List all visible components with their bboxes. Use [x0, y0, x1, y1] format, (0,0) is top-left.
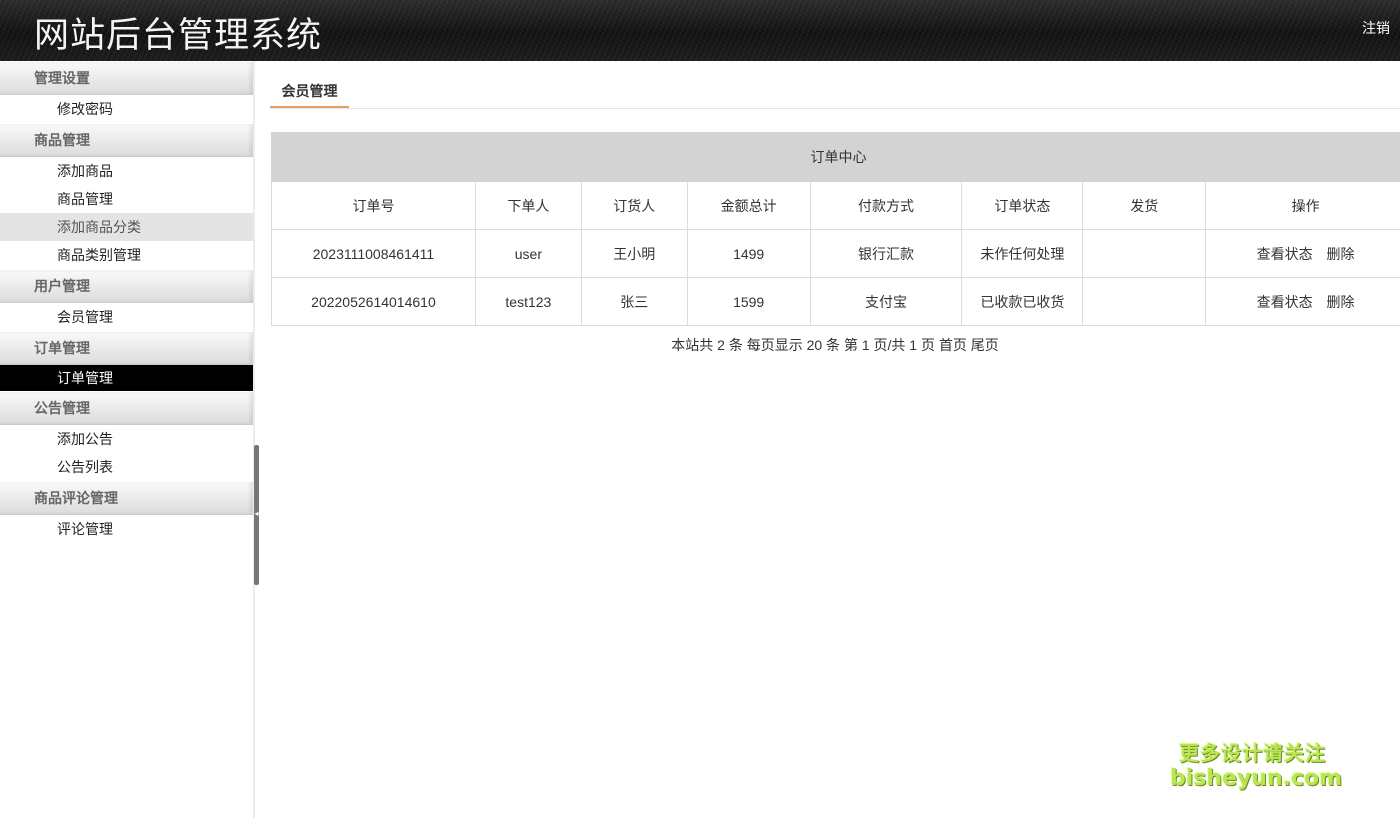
- placer-cell: test123: [474, 277, 582, 326]
- tab-member-management[interactable]: 会员管理: [270, 77, 349, 108]
- pagination-summary: 本站共 2 条 每页显示 20 条 第 1 页/共 1 页: [671, 337, 935, 353]
- payment-cell: 银行汇款: [809, 229, 963, 278]
- status-cell: 未作任何处理: [961, 229, 1084, 278]
- view-status-link[interactable]: 查看状态: [1257, 294, 1313, 310]
- table-row: 2022052614014610 test123 张三 1599 支付宝 已收款…: [271, 277, 1400, 326]
- column-header: 金额总计: [686, 181, 811, 230]
- sidebar-group-reviews[interactable]: 商品评论管理: [0, 481, 253, 515]
- actions-cell: 查看状态 删除: [1205, 229, 1400, 278]
- delete-link[interactable]: 删除: [1327, 294, 1355, 310]
- sidebar-item-add-product[interactable]: 添加商品: [0, 157, 253, 185]
- order-number-cell: 2023111008461411: [271, 229, 476, 278]
- table-caption: 订单中心: [271, 132, 1400, 182]
- order-number-cell: 2022052614014610: [271, 277, 476, 326]
- pagination: 本站共 2 条 每页显示 20 条 第 1 页/共 1 页 首页 尾页: [270, 335, 1400, 355]
- delete-link[interactable]: 删除: [1327, 246, 1355, 262]
- sidebar-splitter: [253, 61, 255, 818]
- sidebar-item-order-management[interactable]: 订单管理: [0, 365, 253, 391]
- column-header: 下单人: [474, 181, 582, 230]
- column-header: 订单号: [271, 181, 476, 230]
- table-caption-row: 订单中心: [271, 132, 1400, 182]
- watermark: 更多设计请关注 bisheyun.com: [1170, 740, 1343, 792]
- receiver-cell: 王小明: [580, 229, 688, 278]
- watermark-line2: bisheyun.com: [1170, 766, 1343, 791]
- column-header: 发货: [1082, 181, 1207, 230]
- sidebar: 管理设置 修改密码 商品管理 添加商品 商品管理 添加商品分类 商品类别管理 用…: [0, 61, 253, 818]
- sidebar-item-review-management[interactable]: 评论管理: [0, 515, 253, 543]
- placer-cell: user: [474, 229, 582, 278]
- column-header: 付款方式: [809, 181, 963, 230]
- column-header: 操作: [1205, 181, 1400, 230]
- top-header: 网站后台管理系统 注销: [0, 0, 1400, 61]
- shipping-cell: [1082, 229, 1207, 278]
- sidebar-item-announcement-list[interactable]: 公告列表: [0, 453, 253, 481]
- tab-bar: 会员管理: [270, 77, 1400, 109]
- table-row: 2023111008461411 user 王小明 1499 银行汇款 未作任何…: [271, 229, 1400, 278]
- collapse-arrow-icon[interactable]: ◂: [254, 509, 259, 519]
- table-header-row: 订单号 下单人 订货人 金额总计 付款方式 订单状态 发货 操作: [271, 181, 1400, 230]
- sidebar-item-add-category[interactable]: 添加商品分类: [0, 213, 253, 241]
- watermark-line1: 更多设计请关注: [1179, 741, 1326, 765]
- orders-table: 订单中心 订单号 下单人 订货人 金额总计 付款方式 订单状态 发货 操作 20…: [271, 132, 1400, 326]
- actions-cell: 查看状态 删除: [1205, 277, 1400, 326]
- total-cell: 1599: [686, 277, 811, 326]
- sidebar-group-announcements[interactable]: 公告管理: [0, 391, 253, 425]
- sidebar-item-add-announcement[interactable]: 添加公告: [0, 425, 253, 453]
- site-title: 网站后台管理系统: [34, 16, 323, 56]
- total-cell: 1499: [686, 229, 811, 278]
- shipping-cell: [1082, 277, 1207, 326]
- first-page-link[interactable]: 首页: [939, 337, 967, 353]
- view-status-link[interactable]: 查看状态: [1257, 246, 1313, 262]
- main-content: 会员管理 订单中心 订单号 下单人 订货人 金额总计 付款方式 订单状态 发货 …: [270, 61, 1400, 818]
- sidebar-item-change-password[interactable]: 修改密码: [0, 95, 253, 123]
- payment-cell: 支付宝: [809, 277, 963, 326]
- receiver-cell: 张三: [580, 277, 688, 326]
- logout-link[interactable]: 注销: [1362, 18, 1390, 38]
- sidebar-group-users[interactable]: 用户管理: [0, 269, 253, 303]
- sidebar-item-category-management[interactable]: 商品类别管理: [0, 241, 253, 269]
- column-header: 订单状态: [961, 181, 1084, 230]
- status-cell: 已收款已收货: [961, 277, 1084, 326]
- sidebar-item-member-management[interactable]: 会员管理: [0, 303, 253, 331]
- last-page-link[interactable]: 尾页: [971, 337, 999, 353]
- column-header: 订货人: [580, 181, 688, 230]
- sidebar-item-product-management[interactable]: 商品管理: [0, 185, 253, 213]
- sidebar-group-orders[interactable]: 订单管理: [0, 331, 253, 365]
- sidebar-group-admin-settings[interactable]: 管理设置: [0, 61, 253, 95]
- sidebar-group-products[interactable]: 商品管理: [0, 123, 253, 157]
